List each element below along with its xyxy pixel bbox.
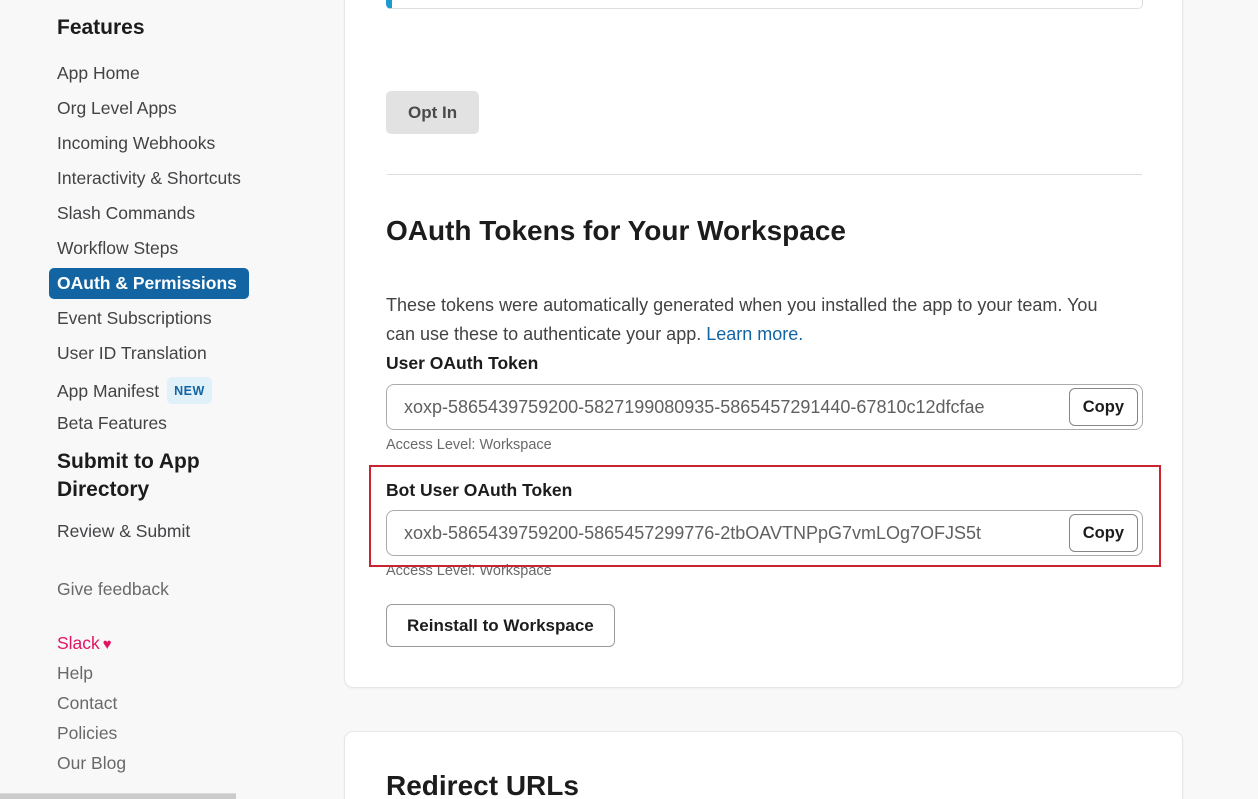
redirect-urls-title: Redirect URLs bbox=[386, 768, 579, 799]
copy-user-token-button[interactable]: Copy bbox=[1069, 388, 1138, 426]
oauth-section-description: These tokens were automatically generate… bbox=[386, 291, 1116, 349]
bot-token-access-level: Access Level: Workspace bbox=[386, 563, 552, 579]
footer-link-help[interactable]: Help bbox=[57, 662, 332, 684]
sidebar-item-oauth-permissions[interactable]: OAuth & Permissions bbox=[57, 272, 332, 294]
footer-link-slack[interactable]: Slack♥ bbox=[57, 632, 332, 654]
sidebar: Features App Home Org Level Apps Incomin… bbox=[57, 16, 332, 782]
user-oauth-token-label: User OAuth Token bbox=[386, 353, 538, 374]
bot-user-oauth-token-label: Bot User OAuth Token bbox=[386, 480, 572, 501]
banner-message: At least one redirect URL needs to be se… bbox=[462, 0, 1092, 1]
section-divider bbox=[387, 174, 1142, 175]
sidebar-item-incoming-webhooks[interactable]: Incoming Webhooks bbox=[57, 132, 332, 154]
user-token-access-level: Access Level: Workspace bbox=[386, 437, 552, 453]
sidebar-item-app-home[interactable]: App Home bbox=[57, 62, 332, 84]
sidebar-footer-nav: Slack♥ Help Contact Policies Our Blog bbox=[57, 632, 332, 774]
footer-link-contact[interactable]: Contact bbox=[57, 692, 332, 714]
sidebar-nav-features: App Home Org Level Apps Incoming Webhook… bbox=[57, 62, 332, 434]
heart-icon: ♥ bbox=[103, 636, 112, 653]
sidebar-heading-submit: Submit to App Directory bbox=[57, 448, 237, 504]
sidebar-item-event-subscriptions[interactable]: Event Subscriptions bbox=[57, 307, 332, 329]
sidebar-item-beta-features[interactable]: Beta Features bbox=[57, 412, 332, 434]
oauth-section-title: OAuth Tokens for Your Workspace bbox=[386, 213, 846, 249]
bot-user-oauth-token-field[interactable]: xoxb-5865439759200-5865457299776-2tbOAVT… bbox=[386, 510, 1143, 556]
give-feedback-link[interactable]: Give feedback bbox=[57, 578, 332, 600]
user-oauth-token-field[interactable]: xoxp-5865439759200-5827199080935-5865457… bbox=[386, 384, 1143, 430]
footer-link-policies[interactable]: Policies bbox=[57, 722, 332, 744]
copy-bot-token-button[interactable]: Copy bbox=[1069, 514, 1138, 552]
oauth-permissions-card: At least one redirect URL needs to be se… bbox=[344, 0, 1183, 688]
bot-user-oauth-token-value: xoxb-5865439759200-5865457299776-2tbOAVT… bbox=[404, 511, 1068, 555]
sidebar-item-review-submit[interactable]: Review & Submit bbox=[57, 520, 332, 542]
user-oauth-token-value: xoxp-5865439759200-5827199080935-5865457… bbox=[404, 385, 1068, 429]
page: Features App Home Org Level Apps Incomin… bbox=[0, 0, 1258, 799]
horizontal-scrollbar-thumb[interactable] bbox=[0, 793, 236, 799]
redirect-urls-card: Redirect URLs bbox=[344, 731, 1183, 799]
sidebar-item-app-manifest[interactable]: App ManifestNEW bbox=[57, 377, 332, 399]
sidebar-item-workflow-steps[interactable]: Workflow Steps bbox=[57, 237, 332, 259]
learn-more-link[interactable]: Learn more. bbox=[706, 324, 803, 344]
footer-link-our-blog[interactable]: Our Blog bbox=[57, 752, 332, 774]
sidebar-nav-submit: Review & Submit bbox=[57, 520, 332, 542]
new-badge: NEW bbox=[167, 377, 212, 404]
sidebar-item-slash-commands[interactable]: Slash Commands bbox=[57, 202, 332, 224]
token-rotation-warning-banner: At least one redirect URL needs to be se… bbox=[386, 0, 1143, 9]
sidebar-item-interactivity-shortcuts[interactable]: Interactivity & Shortcuts bbox=[57, 167, 332, 189]
reinstall-to-workspace-button[interactable]: Reinstall to Workspace bbox=[386, 604, 615, 647]
selected-nav-pill: OAuth & Permissions bbox=[49, 268, 249, 299]
sidebar-item-user-id-translation[interactable]: User ID Translation bbox=[57, 342, 332, 364]
sidebar-item-org-level-apps[interactable]: Org Level Apps bbox=[57, 97, 332, 119]
opt-in-button[interactable]: Opt In bbox=[386, 91, 479, 134]
sidebar-heading-features: Features bbox=[57, 16, 332, 40]
